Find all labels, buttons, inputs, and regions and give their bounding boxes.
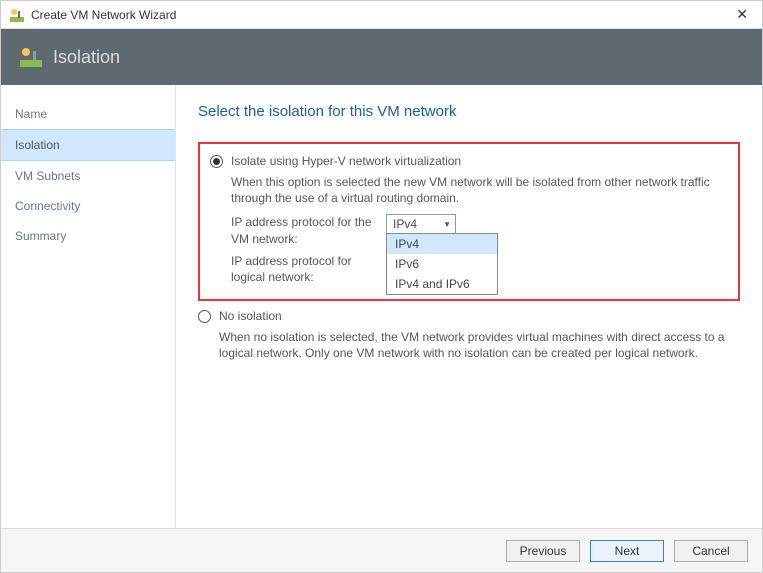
close-icon[interactable]: ✕	[730, 6, 754, 23]
banner-icon	[19, 45, 43, 69]
field-vm-protocol-label: IP address protocol for the VM network:	[231, 214, 386, 246]
option-no-isolation-desc: When no isolation is selected, the VM ne…	[219, 329, 740, 361]
cancel-button[interactable]: Cancel	[674, 540, 748, 562]
wizard-sidebar: Name Isolation VM Subnets Connectivity S…	[1, 85, 176, 528]
option-no-isolation-label: No isolation	[219, 309, 282, 323]
combo-vm-protocol[interactable]: IPv4 ▼	[386, 214, 456, 234]
sidebar-item-vm-subnets[interactable]: VM Subnets	[1, 161, 175, 191]
field-logical-protocol: IP address protocol for logical network:…	[231, 253, 728, 285]
option-no-isolation-section: No isolation When no isolation is select…	[198, 309, 740, 361]
option-no-isolation[interactable]: No isolation	[198, 309, 740, 323]
banner: Isolation	[1, 29, 762, 85]
page-heading: Select the isolation for this VM network	[198, 103, 740, 120]
next-button[interactable]: Next	[590, 540, 664, 562]
radio-no-isolation[interactable]	[198, 310, 211, 323]
content-area: Name Isolation VM Subnets Connectivity S…	[1, 85, 762, 528]
sidebar-item-summary[interactable]: Summary	[1, 221, 175, 251]
field-logical-protocol-label: IP address protocol for logical network:	[231, 253, 386, 285]
radio-isolate-hyperv[interactable]	[210, 155, 223, 168]
dropdown-item-ipv4-and-ipv6[interactable]: IPv4 and IPv6	[387, 274, 497, 294]
option-isolate-hyperv-desc: When this option is selected the new VM …	[231, 174, 728, 206]
sidebar-item-name[interactable]: Name	[1, 99, 175, 129]
option-isolate-hyperv[interactable]: Isolate using Hyper-V network virtualiza…	[210, 154, 728, 168]
banner-title: Isolation	[53, 47, 120, 68]
titlebar: Create VM Network Wizard ✕	[1, 1, 762, 29]
dropdown-item-ipv6[interactable]: IPv6	[387, 254, 497, 274]
sidebar-item-connectivity[interactable]: Connectivity	[1, 191, 175, 221]
option-isolate-hyperv-label: Isolate using Hyper-V network virtualiza…	[231, 154, 461, 168]
highlight-box: Isolate using Hyper-V network virtualiza…	[198, 142, 740, 301]
window-title: Create VM Network Wizard	[31, 8, 730, 22]
dropdown-item-ipv4[interactable]: IPv4	[387, 234, 497, 254]
main-panel: Select the isolation for this VM network…	[176, 85, 762, 528]
app-icon	[9, 7, 25, 23]
chevron-down-icon: ▼	[443, 220, 451, 229]
previous-button[interactable]: Previous	[506, 540, 580, 562]
dropdown-protocol[interactable]: IPv4 IPv6 IPv4 and IPv6	[386, 233, 498, 295]
sidebar-item-isolation[interactable]: Isolation	[1, 129, 175, 161]
footer: Previous Next Cancel	[1, 528, 762, 572]
combo-vm-protocol-value: IPv4	[393, 217, 417, 231]
